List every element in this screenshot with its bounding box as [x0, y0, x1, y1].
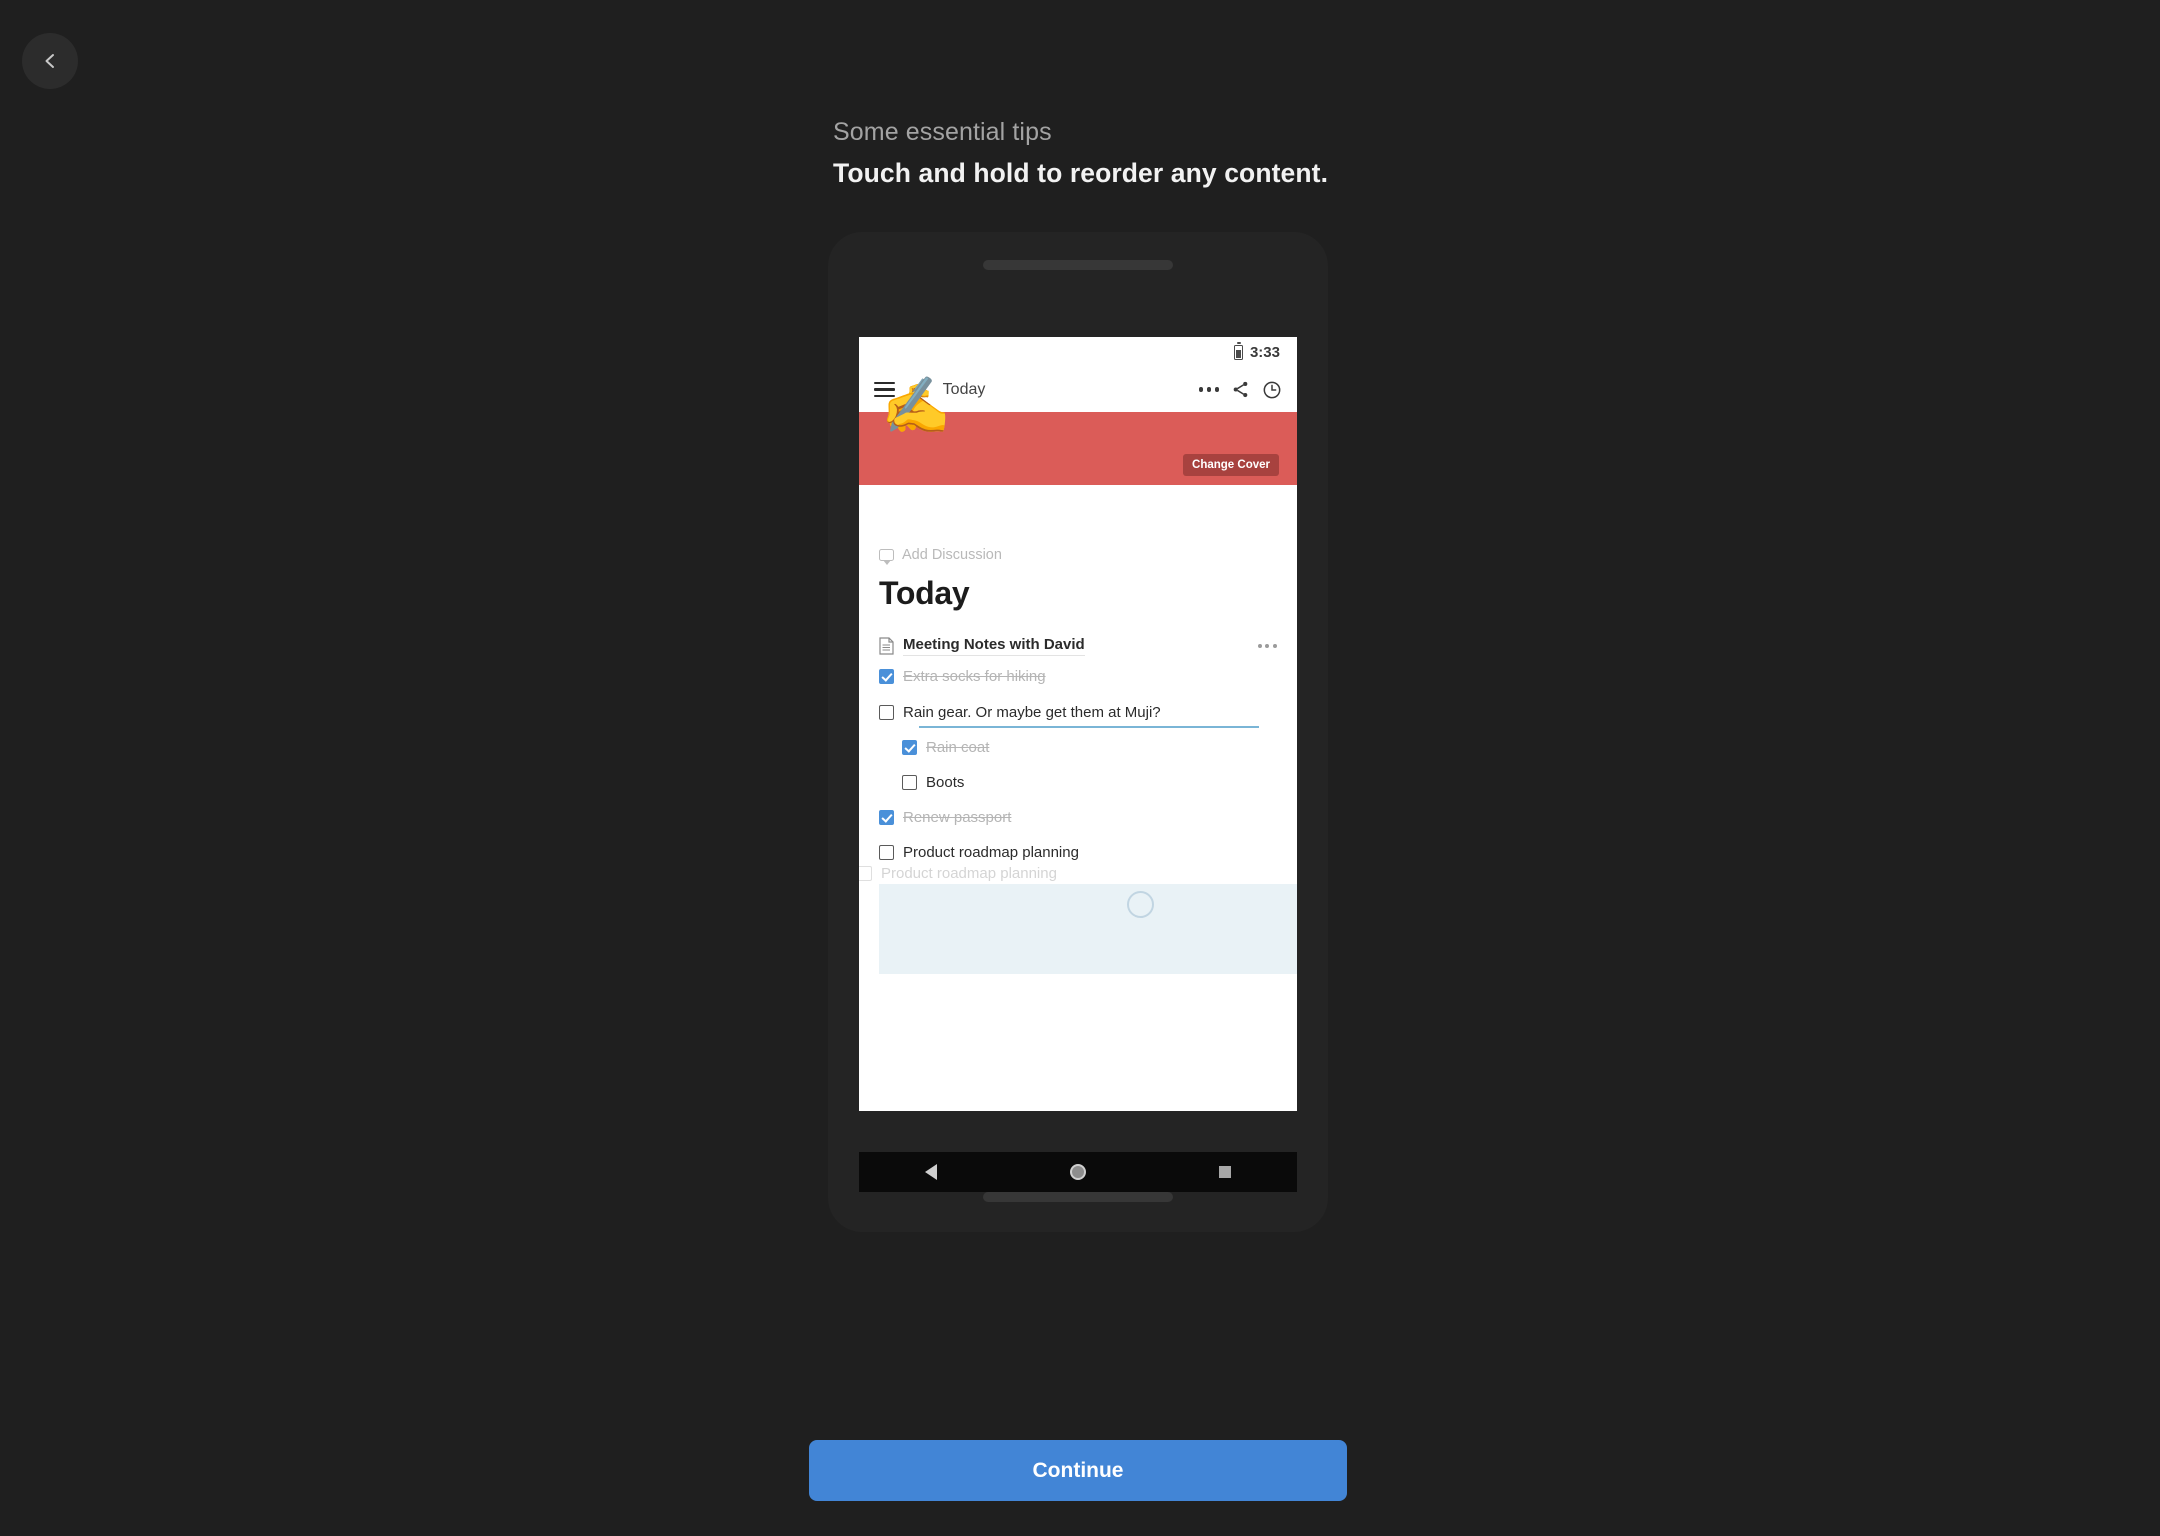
list-item[interactable]: Product roadmap planning — [879, 840, 1277, 865]
android-home-icon[interactable] — [1069, 1164, 1086, 1180]
document-icon — [879, 636, 894, 655]
list-item[interactable]: Rain gear. Or maybe get them at Muji? — [879, 700, 1277, 729]
list-item-label: Renew passport — [903, 809, 1012, 826]
note-more-options-icon[interactable] — [1257, 643, 1277, 648]
checkbox-icon[interactable] — [879, 810, 894, 825]
add-discussion-label: Add Discussion — [902, 547, 1002, 563]
android-recents-icon[interactable] — [1218, 1166, 1231, 1178]
android-nav-bar — [859, 1152, 1297, 1192]
status-bar: 3:33 — [859, 337, 1297, 367]
tips-eyebrow: Some essential tips — [833, 118, 1052, 146]
more-options-icon[interactable] — [1198, 387, 1219, 392]
checklist: Extra socks for hiking Rain gear. Or may… — [879, 664, 1277, 865]
battery-icon — [1233, 342, 1243, 360]
list-item-label: Rain coat — [926, 739, 990, 756]
page-title: Touch and hold to reorder any content. — [833, 158, 1329, 188]
share-icon[interactable] — [1231, 380, 1250, 399]
drag-drop-highlight-zone — [879, 884, 1297, 974]
note-label: Meeting Notes with David — [903, 636, 1085, 656]
checkbox-icon[interactable] — [879, 705, 894, 720]
note-row[interactable]: Meeting Notes with David — [879, 633, 1277, 658]
drag-drop-indicator-line — [919, 726, 1259, 729]
add-discussion-button[interactable]: Add Discussion — [879, 547, 1277, 565]
checkbox-icon[interactable] — [902, 775, 917, 790]
document-title: Today — [879, 575, 970, 611]
back-button[interactable] — [22, 33, 78, 89]
checkbox-icon[interactable] — [879, 845, 894, 860]
document-emoji-icon[interactable]: ✍️ — [881, 378, 951, 434]
change-cover-button[interactable]: Change Cover — [1183, 454, 1279, 476]
list-item[interactable]: Extra socks for hiking — [879, 664, 1277, 689]
comment-bubble-icon — [879, 549, 894, 565]
checkbox-icon[interactable] — [879, 669, 894, 684]
list-item[interactable]: Renew passport — [879, 805, 1277, 830]
list-item-label: Boots — [926, 774, 965, 791]
phone-mockup: 3:33 ✍️ Today Change Cover ✍️ Add Discus… — [828, 232, 1328, 1232]
document-body: Add Discussion Today Meeting Notes with … — [859, 547, 1297, 1111]
checkbox-icon — [859, 866, 872, 881]
list-item-label: Rain gear. Or maybe get them at Muji? — [903, 704, 1161, 721]
dragged-list-item-label: Product roadmap planning — [881, 865, 1057, 882]
clock-history-icon[interactable] — [1262, 380, 1282, 400]
phone-speaker-grille-bottom — [983, 1192, 1173, 1202]
list-item-label: Extra socks for hiking — [903, 668, 1046, 685]
phone-speaker-grille-top — [983, 260, 1173, 270]
checkbox-icon[interactable] — [902, 740, 917, 755]
list-item[interactable]: Rain coat — [902, 735, 1277, 760]
touch-ripple-indicator — [1127, 891, 1154, 918]
phone-screen: 3:33 ✍️ Today Change Cover ✍️ Add Discus… — [859, 337, 1297, 1111]
chevron-left-icon — [45, 54, 54, 68]
list-item-label: Product roadmap planning — [903, 844, 1079, 861]
dragged-list-item[interactable]: Product roadmap planning — [859, 865, 1057, 882]
list-item[interactable]: Boots — [902, 770, 1277, 795]
status-time: 3:33 — [1249, 343, 1280, 361]
continue-button[interactable]: Continue — [809, 1440, 1347, 1501]
android-back-icon[interactable] — [925, 1164, 938, 1180]
